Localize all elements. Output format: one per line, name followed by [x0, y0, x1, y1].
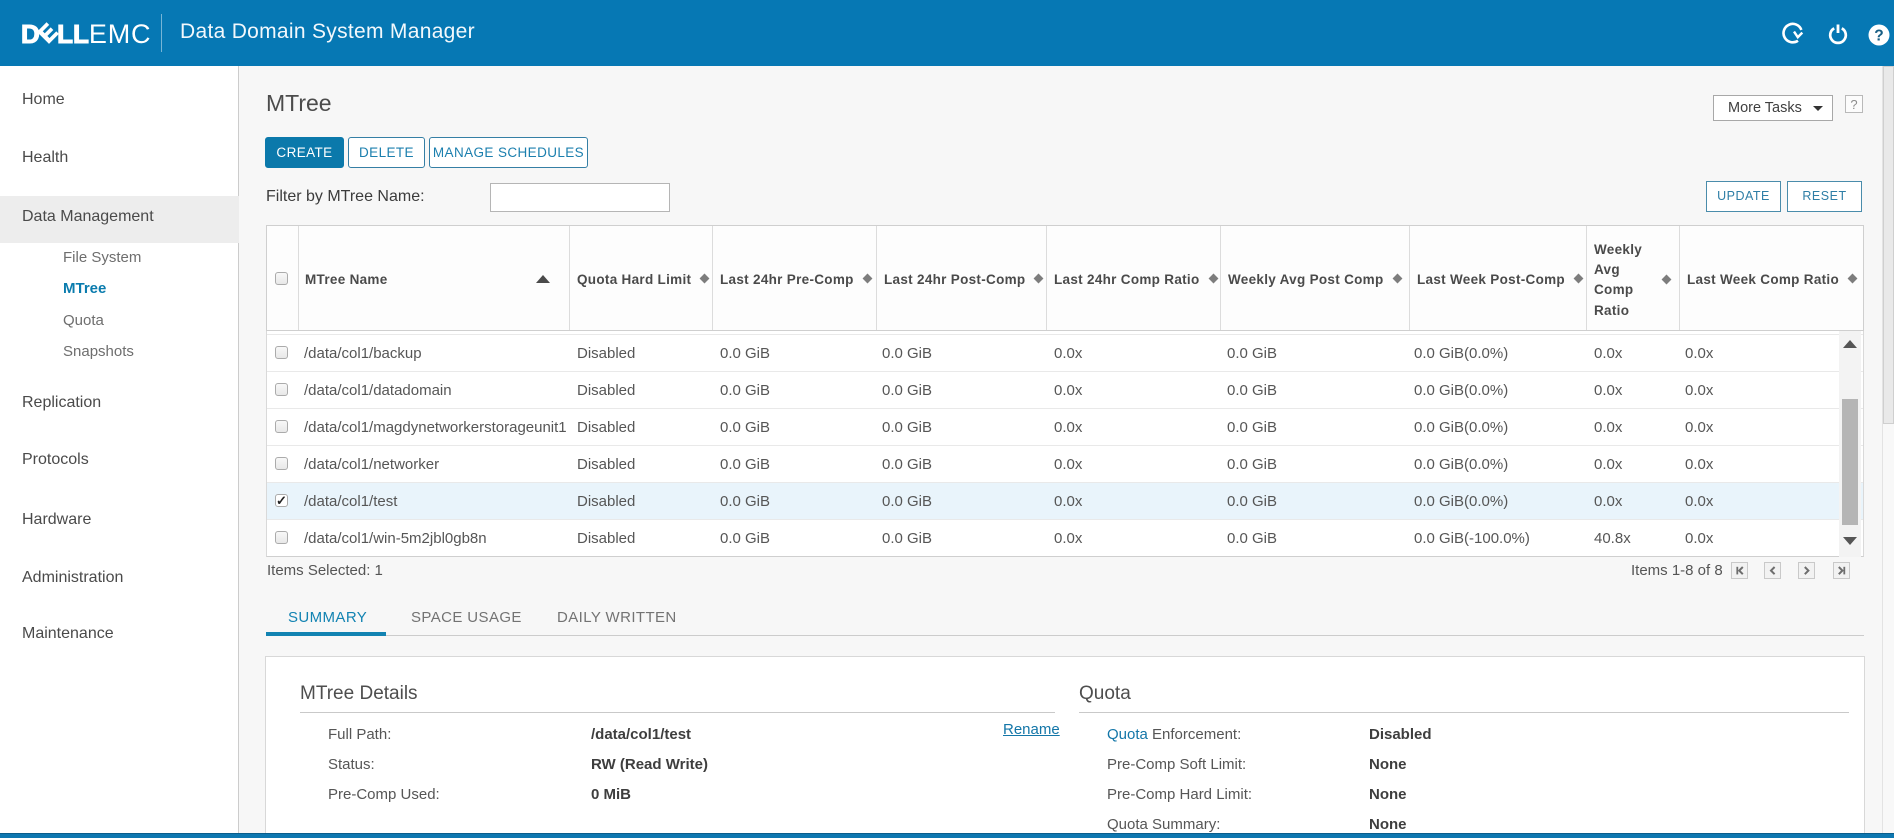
svg-text:?: ? [1874, 28, 1883, 45]
